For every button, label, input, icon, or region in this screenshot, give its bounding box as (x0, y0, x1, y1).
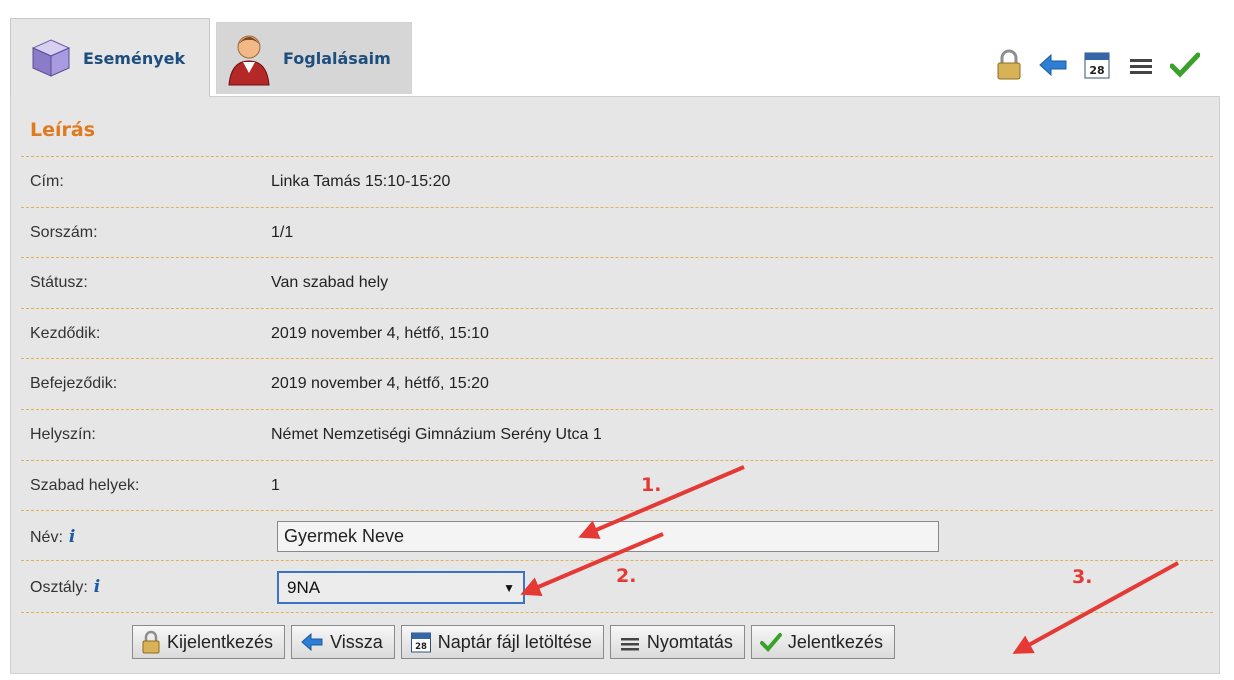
back-button-label: Vissza (330, 631, 383, 652)
info-icon[interactable]: i (69, 527, 75, 547)
name-label: Név: i (30, 527, 75, 547)
field-label: Kezdődik: (30, 325, 101, 342)
field-row-status: Státusz: Van szabad hely (21, 257, 1213, 307)
field-label: Befejeződik: (30, 375, 118, 392)
toolbar: 28 (992, 48, 1202, 82)
download-calendar-button-label: Naptár fájl letöltése (437, 631, 592, 652)
download-calendar-button[interactable]: 28 Naptár fájl letöltése (400, 625, 604, 659)
divider (21, 612, 1213, 613)
tab-bookings-label: Foglalásaim (283, 49, 391, 68)
field-row-start: Kezdődik: 2019 november 4, hétfő, 15:10 (21, 308, 1213, 358)
event-details-panel: Leírás Cím: Linka Tamás 15:10-15:20 Sors… (10, 96, 1220, 674)
field-value: 1 (271, 477, 280, 494)
field-value: Van szabad hely (271, 274, 389, 291)
print-icon (619, 632, 641, 652)
field-value: Linka Tamás 15:10-15:20 (271, 173, 451, 190)
back-arrow-icon (300, 632, 324, 652)
info-icon[interactable]: i (94, 577, 100, 597)
tab-events[interactable]: Események (10, 18, 210, 97)
field-value: 2019 november 4, hétfő, 15:10 (271, 325, 489, 342)
field-label: Sorszám: (30, 224, 98, 241)
field-label: Cím: (30, 173, 64, 190)
section-title: Leírás (30, 119, 96, 141)
logout-button-label: Kijelentkezés (167, 631, 274, 652)
annotation-step-1: 1. (641, 474, 662, 496)
name-label-text: Név: (30, 529, 63, 546)
class-label-text: Osztály: (30, 579, 88, 596)
class-select-value: 9NA (287, 577, 321, 597)
field-value: Német Nemzetiségi Gimnázium Serény Utca … (271, 426, 602, 443)
field-row-number: Sorszám: 1/1 (21, 207, 1213, 257)
tab-bar: Események Foglalásaim 28 (10, 18, 1220, 97)
field-value: 1/1 (271, 224, 294, 241)
dropdown-caret-icon: ▼ (503, 580, 515, 595)
class-label: Osztály: i (30, 577, 100, 597)
calendar-icon-day: 28 (1089, 64, 1104, 77)
logout-button[interactable]: Kijelentkezés (132, 625, 286, 659)
field-row-end: Befejeződik: 2019 november 4, hétfő, 15:… (21, 358, 1213, 408)
print-button[interactable]: Nyomtatás (609, 625, 745, 659)
lock-icon[interactable] (992, 48, 1026, 82)
field-value: 2019 november 4, hétfő, 15:20 (271, 375, 489, 392)
check-icon[interactable] (1168, 48, 1202, 82)
field-label: Szabad helyek: (30, 477, 140, 494)
field-row-location: Helyszín: Német Nemzetiségi Gimnázium Se… (21, 409, 1213, 459)
field-row-name: Név: i Gyermek Neve (21, 510, 1213, 560)
tab-bookings[interactable]: Foglalásaim (216, 22, 412, 94)
back-button[interactable]: Vissza (291, 625, 395, 659)
back-arrow-icon[interactable] (1036, 48, 1070, 82)
user-icon (225, 31, 273, 87)
field-label: Státusz: (30, 274, 88, 291)
name-input[interactable]: Gyermek Neve (277, 521, 939, 552)
field-row-free-spots: Szabad helyek: 1 (21, 460, 1213, 510)
calendar-icon: 28 (410, 631, 432, 653)
calendar-icon-day: 28 (415, 642, 427, 652)
register-button-label: Jelentkezés (787, 631, 883, 652)
print-icon[interactable] (1124, 48, 1158, 82)
field-row-title: Cím: Linka Tamás 15:10-15:20 (21, 156, 1213, 206)
lock-icon (141, 630, 161, 654)
annotation-step-3: 3. (1072, 566, 1093, 588)
annotation-step-2: 2. (616, 565, 637, 587)
check-icon (759, 632, 782, 652)
class-select[interactable]: 9NA ▼ (277, 571, 525, 604)
field-label: Helyszín: (30, 426, 96, 443)
calendar-icon[interactable]: 28 (1080, 48, 1114, 82)
register-button[interactable]: Jelentkezés (750, 625, 895, 659)
print-button-label: Nyomtatás (646, 631, 733, 652)
action-buttons: Kijelentkezés Vissza 28 Naptár fájl letö… (132, 625, 895, 659)
tab-events-label: Események (83, 48, 186, 68)
cube-icon (29, 36, 73, 80)
